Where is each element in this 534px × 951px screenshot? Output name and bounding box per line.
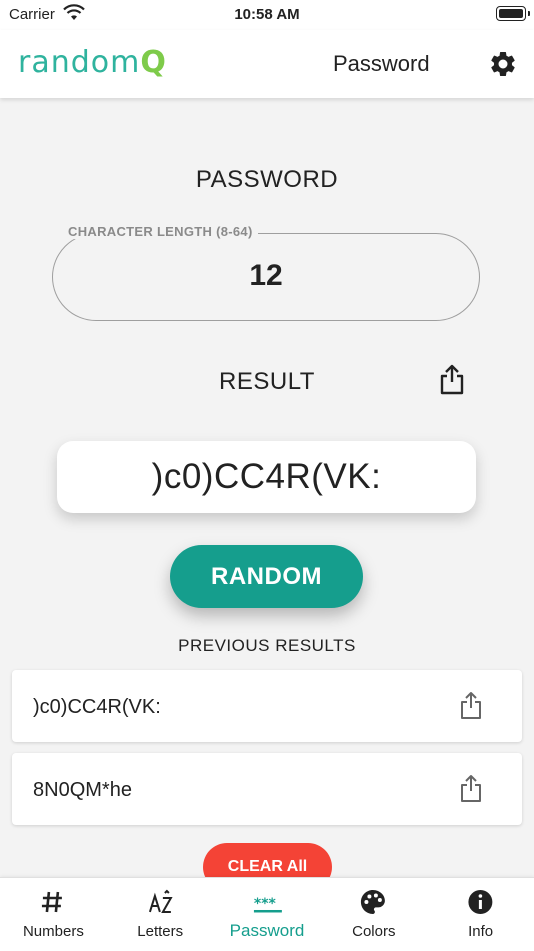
app-bar: randomQ Password [0, 30, 534, 98]
info-icon [468, 890, 493, 914]
list-item: )c0)CC4R(VK: [12, 670, 522, 742]
previous-results-title: PREVIOUS RESULTS [178, 636, 356, 655]
share-icon[interactable] [438, 364, 466, 396]
tab-bar: Numbers Letters *** Password Colors Info [0, 877, 534, 951]
character-length-input[interactable]: 12 [52, 259, 480, 293]
share-icon[interactable] [459, 774, 483, 804]
result-card: )c0)CC4R(VK: [57, 441, 476, 513]
tab-password[interactable]: *** Password [214, 878, 321, 951]
section-title: PASSWORD [195, 166, 339, 193]
result-value: )c0)CC4R(VK: [151, 457, 382, 496]
tab-colors[interactable]: Colors [320, 878, 427, 951]
settings-gear-icon[interactable] [488, 49, 518, 79]
tab-info[interactable]: Info [427, 878, 534, 951]
tab-letters[interactable]: Letters [107, 878, 214, 951]
palette-icon [361, 890, 386, 914]
asterisks-icon: *** [253, 896, 282, 913]
app-logo: randomQ [18, 45, 167, 80]
previous-result-text: )c0)CC4R(VK: [33, 696, 161, 718]
hash-icon [41, 891, 62, 913]
previous-result-text: 8N0QM*he [33, 779, 132, 801]
battery-icon [496, 6, 530, 21]
random-button[interactable]: RANDOM [170, 545, 363, 608]
status-bar: Carrier 10:58 AM [0, 0, 534, 30]
share-icon[interactable] [459, 691, 483, 721]
list-item: 8N0QM*he [12, 753, 522, 825]
svg-text:***: *** [254, 896, 277, 912]
clock: 10:58 AM [234, 6, 300, 23]
character-length-label: CHARACTER LENGTH (8-64) [63, 224, 258, 239]
tab-numbers[interactable]: Numbers [0, 878, 107, 951]
page-title: Password [333, 51, 430, 76]
az-icon [148, 889, 173, 913]
